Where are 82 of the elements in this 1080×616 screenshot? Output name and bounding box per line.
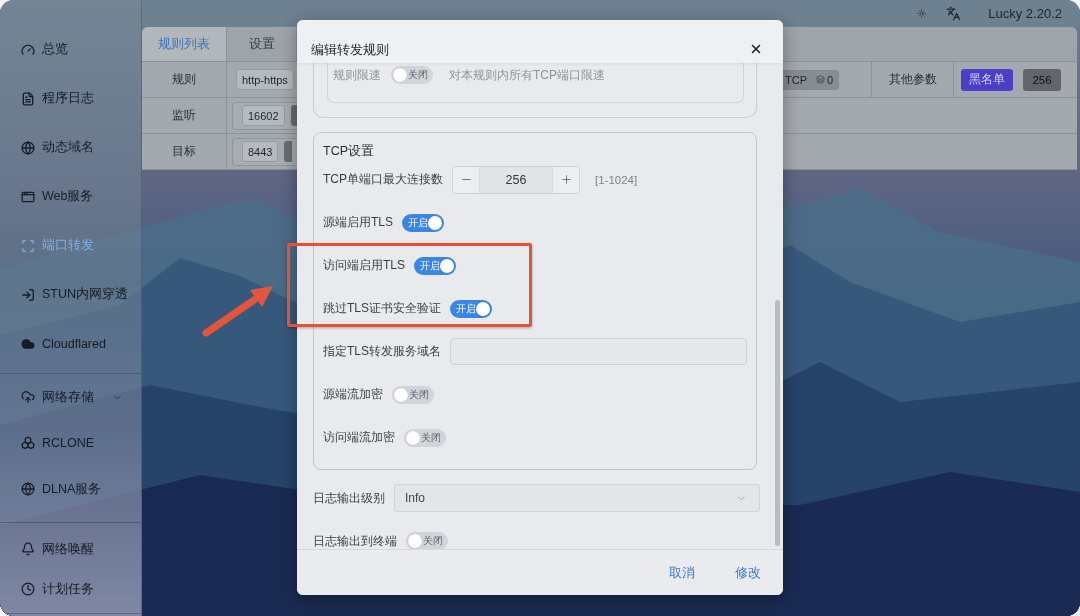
- field-label: 访问端启用TLS: [323, 257, 405, 274]
- cancel-button[interactable]: 取消: [669, 563, 695, 582]
- sidebar-item[interactable]: STUN内网穿透: [0, 270, 141, 319]
- field-label: 日志输出级别: [313, 489, 385, 507]
- sidebar-item[interactable]: 计划任务: [0, 569, 141, 609]
- field-label: TCP单端口最大连接数: [323, 171, 443, 188]
- port-chip: 16602: [242, 105, 285, 126]
- globe-icon: [21, 482, 35, 496]
- globe-icon: [21, 140, 35, 155]
- field-label: 源端流加密: [323, 386, 383, 403]
- sidebar-item[interactable]: 程序日志: [0, 74, 141, 123]
- number-field[interactable]: 256: [480, 166, 552, 193]
- close-button[interactable]: [749, 42, 763, 56]
- field-label: 跳过TLS证书安全验证: [323, 300, 441, 317]
- limit-badge: 256: [1023, 68, 1061, 91]
- tab[interactable]: 规则列表: [142, 27, 227, 61]
- address-tag: [284, 141, 293, 162]
- toggle-switch[interactable]: 关闭: [392, 385, 434, 404]
- row-label: 监听: [142, 98, 227, 133]
- toggle-switch[interactable]: 开启: [402, 213, 444, 232]
- section-title: TCP设置: [323, 144, 375, 158]
- blacklist-button[interactable]: 黑名单: [961, 68, 1013, 91]
- gauge-icon: [21, 42, 35, 57]
- enter-arrow-icon: [21, 287, 35, 302]
- translate-icon[interactable]: [946, 6, 962, 21]
- field-label: 规则限速: [333, 66, 381, 84]
- log-level-select[interactable]: Info: [394, 484, 760, 512]
- rings-icon: [21, 436, 35, 450]
- port-chip: http-https: [236, 69, 294, 90]
- sidebar-item-label: 网络存储: [42, 388, 95, 406]
- sidebar-item[interactable]: RCLONE: [0, 420, 141, 466]
- sun-icon[interactable]: [917, 9, 927, 18]
- row-label: 规则: [142, 62, 227, 97]
- port-chip: 8443: [242, 141, 279, 162]
- field-label: 指定TLS转发服务域名: [323, 343, 441, 360]
- dialog-title: 编辑转发规则: [311, 42, 389, 57]
- toggle-switch[interactable]: 关闭: [391, 66, 433, 84]
- annotation-arrow: [202, 286, 273, 337]
- field-label: 源端启用TLS: [323, 214, 393, 231]
- toggle-knob: [428, 215, 442, 230]
- field-description: 对本规则内所有TCP端口限速: [449, 66, 605, 84]
- sidebar-item[interactable]: Cloudflared: [0, 319, 141, 368]
- protocol-text: TCP: [785, 73, 807, 86]
- layers-icon: [816, 75, 825, 84]
- sidebar-item[interactable]: Web服务: [0, 172, 141, 221]
- params-label: 其他参数: [887, 71, 938, 88]
- toggle-knob: [394, 387, 408, 402]
- toggle-knob: [476, 301, 490, 316]
- scan-frame-icon: [21, 238, 35, 253]
- row-label: 目标: [142, 134, 227, 169]
- toggle-knob: [440, 258, 454, 273]
- field-label: 访问端流加密: [323, 429, 395, 446]
- bell-icon: [21, 542, 35, 556]
- sidebar-item[interactable]: 动态域名: [0, 123, 141, 172]
- plus-icon: [559, 173, 573, 186]
- sidebar-item[interactable]: 网络存储: [0, 374, 141, 420]
- toggle-switch[interactable]: 开启: [450, 299, 492, 318]
- toggle-switch[interactable]: 开启: [414, 256, 456, 275]
- browser-window-icon: [21, 189, 35, 204]
- cloud-upload-icon: [21, 390, 35, 404]
- sidebar-item[interactable]: 网络唤醒: [0, 529, 141, 569]
- cloud-icon: [21, 336, 35, 351]
- toggle-knob: [408, 534, 422, 548]
- field-label: 日志输出到终端: [313, 532, 397, 549]
- scrollbar-thumb[interactable]: [775, 300, 780, 546]
- toggle-knob: [406, 430, 420, 445]
- document-icon: [21, 91, 35, 106]
- sidebar-item[interactable]: 总览: [0, 25, 141, 74]
- clock-icon: [21, 582, 35, 596]
- toggle-knob: [393, 68, 407, 82]
- modify-button[interactable]: 修改: [735, 563, 761, 582]
- connection-count: 0: [827, 73, 834, 86]
- close-icon: [749, 42, 763, 56]
- toggle-switch[interactable]: 关闭: [404, 428, 446, 447]
- version-label: Lucky 2.20.2: [988, 6, 1062, 21]
- domain-input-field[interactable]: [450, 338, 747, 365]
- decrement-button[interactable]: [453, 166, 480, 193]
- sidebar-item[interactable]: 端口转发: [0, 221, 141, 270]
- range-hint: [1-1024]: [595, 173, 638, 186]
- increment-button[interactable]: [552, 166, 579, 193]
- toggle-switch[interactable]: 关闭: [406, 532, 448, 549]
- sidebar-item[interactable]: DLNA服务: [0, 466, 141, 512]
